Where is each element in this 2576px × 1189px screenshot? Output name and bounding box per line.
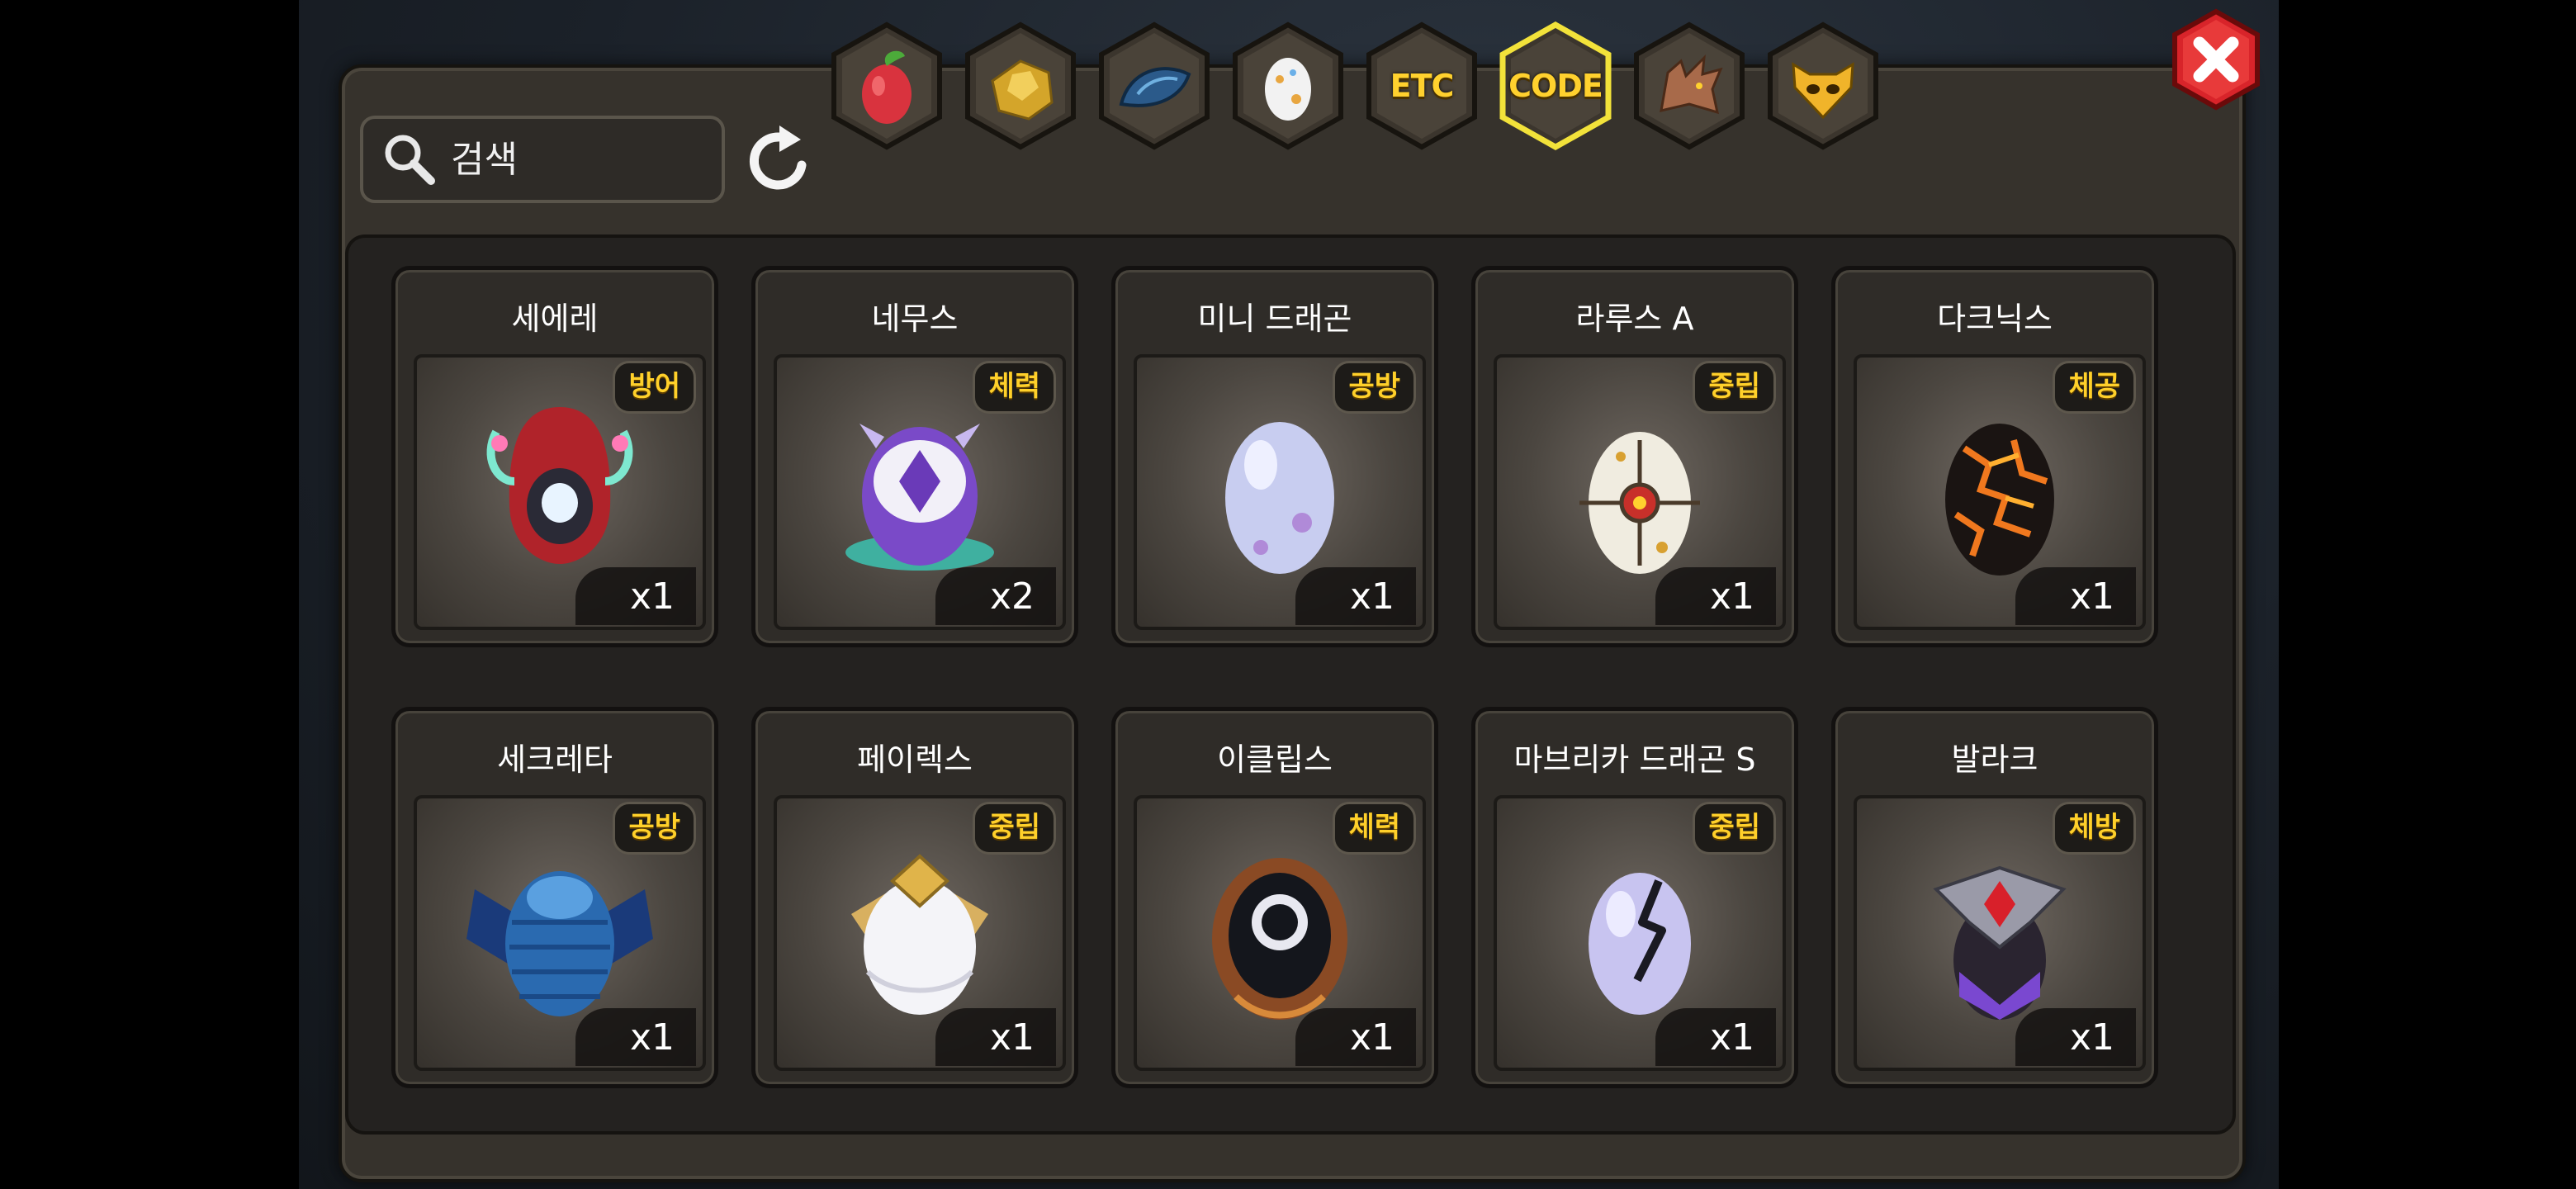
item-name: 마브리카 드래곤 S — [1513, 741, 1756, 778]
item-name: 세크레타 — [497, 741, 613, 778]
item-quantity: x1 — [1655, 1008, 1776, 1066]
blue-scale-icon — [1119, 67, 1191, 107]
tab-gold[interactable] — [963, 21, 1078, 150]
item-quantity: x1 — [935, 1008, 1056, 1066]
item-card[interactable]: 이클립스 체력 x1 — [1111, 707, 1438, 1088]
tab-dragon[interactable] — [1631, 21, 1747, 150]
type-badge: 공방 — [1333, 361, 1416, 414]
tab-code-label: CODE — [1508, 68, 1603, 104]
egg-icon — [1265, 58, 1311, 121]
tab-pet[interactable] — [1765, 21, 1881, 150]
type-badge: 체력 — [973, 361, 1056, 414]
item-quantity: x1 — [2015, 1008, 2136, 1066]
item-quantity: x1 — [1295, 1008, 1416, 1066]
type-badge: 방어 — [613, 361, 696, 414]
item-name: 이클립스 — [1217, 741, 1333, 778]
item-card[interactable]: 마브리카 드래곤 S 중립 x1 — [1471, 707, 1798, 1088]
type-badge: 체공 — [2053, 361, 2136, 414]
type-badge: 공방 — [613, 802, 696, 855]
item-card[interactable]: 세에레 방어 x1 — [391, 266, 718, 647]
fruit-icon — [862, 50, 912, 124]
item-card[interactable]: 발라크 체방 x1 — [1831, 707, 2158, 1088]
type-badge: 중립 — [1693, 361, 1776, 414]
item-quantity: x1 — [575, 1008, 696, 1066]
item-quantity: x1 — [1655, 567, 1776, 625]
type-badge: 중립 — [973, 802, 1056, 855]
tab-fruit[interactable] — [829, 21, 945, 150]
item-quantity: x1 — [2015, 567, 2136, 625]
refresh-icon[interactable] — [743, 126, 814, 197]
item-quantity: x1 — [575, 567, 696, 625]
tab-egg[interactable] — [1230, 21, 1346, 150]
item-name: 세에레 — [511, 301, 599, 337]
search-box[interactable] — [360, 116, 725, 203]
item-name: 미니 드래곤 — [1197, 301, 1352, 337]
dragon-head-icon — [1660, 54, 1723, 115]
item-name: 다크닉스 — [1937, 301, 2053, 337]
type-badge: 체력 — [1333, 802, 1416, 855]
item-name: 발라크 — [1951, 741, 2039, 778]
item-name: 페이렉스 — [857, 741, 973, 778]
type-badge: 체방 — [2053, 802, 2136, 855]
gold-ore-icon — [991, 59, 1054, 121]
search-input[interactable] — [449, 137, 700, 182]
item-card[interactable]: 미니 드래곤 공방 x1 — [1111, 266, 1438, 647]
item-card[interactable]: 라루스 A 중립 x1 — [1471, 266, 1798, 647]
tab-code[interactable]: CODE — [1498, 21, 1613, 150]
item-card[interactable]: 다크닉스 체공 x1 — [1831, 266, 2158, 647]
item-card[interactable]: 네무스 체력 x2 — [751, 266, 1078, 647]
item-name: 네무스 — [871, 301, 959, 337]
tab-material[interactable] — [1096, 21, 1212, 150]
tab-etc[interactable]: ETC — [1364, 21, 1480, 150]
item-quantity: x1 — [1295, 567, 1416, 625]
tab-etc-label: ETC — [1390, 68, 1455, 104]
search-icon — [385, 135, 435, 185]
close-icon[interactable] — [2165, 8, 2267, 111]
item-card[interactable]: 페이렉스 중립 x1 — [751, 707, 1078, 1088]
item-name: 라루스 A — [1575, 301, 1694, 337]
type-badge: 중립 — [1693, 802, 1776, 855]
item-card[interactable]: 세크레타 공방 x1 — [391, 707, 718, 1088]
cat-face-icon — [1792, 62, 1854, 120]
item-quantity: x2 — [935, 567, 1056, 625]
